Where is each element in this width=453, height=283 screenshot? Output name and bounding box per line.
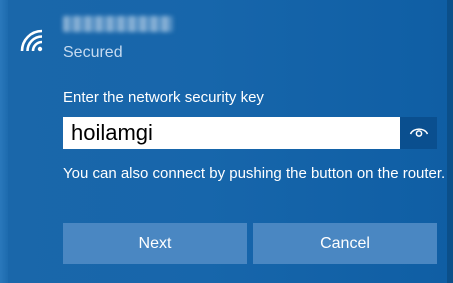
panel-left-edge xyxy=(0,0,8,283)
security-key-label: Enter the network security key xyxy=(63,89,264,106)
panel-right-edge xyxy=(447,0,453,283)
wifi-connect-panel: Secured Enter the network security key Y… xyxy=(0,0,453,283)
security-key-field xyxy=(63,117,437,149)
next-button[interactable]: Next xyxy=(63,223,247,264)
eye-icon xyxy=(409,124,429,143)
wps-help-text: You can also connect by pushing the butt… xyxy=(63,165,446,182)
security-key-input[interactable] xyxy=(63,117,400,149)
wifi-icon xyxy=(18,27,50,53)
network-status: Secured xyxy=(63,44,123,61)
reveal-password-button[interactable] xyxy=(400,117,437,149)
cancel-button[interactable]: Cancel xyxy=(253,223,437,264)
network-name-redacted xyxy=(63,16,173,32)
